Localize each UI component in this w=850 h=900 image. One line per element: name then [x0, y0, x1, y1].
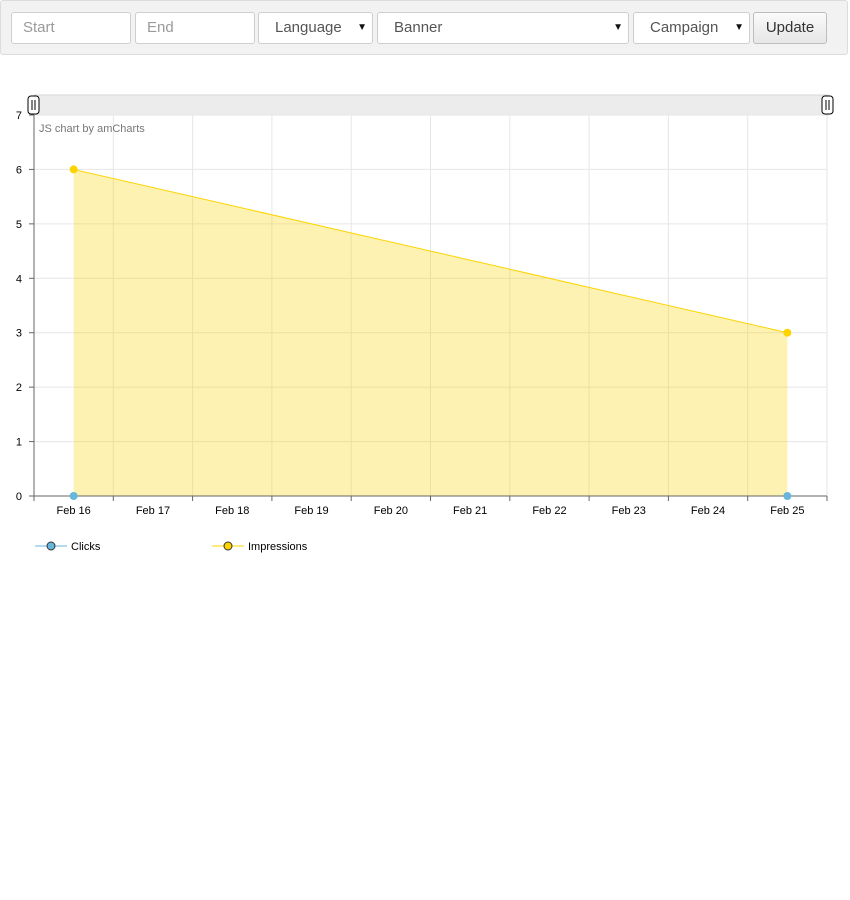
x-tick-label: Feb 21	[453, 505, 487, 517]
end-date-input[interactable]: End	[135, 12, 255, 44]
chevron-down-icon: ▼	[613, 22, 623, 33]
chevron-down-icon: ▼	[734, 22, 744, 33]
y-tick-label: 3	[16, 328, 22, 340]
legend-marker	[46, 541, 56, 551]
update-button[interactable]: Update	[753, 12, 827, 44]
y-tick-label: 0	[16, 491, 22, 503]
x-tick-label: Feb 22	[532, 505, 566, 517]
scrollbar-right-grip[interactable]	[821, 95, 834, 115]
y-tick-label: 1	[16, 437, 22, 449]
end-date-placeholder: End	[147, 19, 174, 36]
x-tick-label: Feb 24	[691, 505, 725, 517]
x-tick-label: Feb 25	[770, 505, 804, 517]
campaign-select-value: Campaign	[650, 19, 719, 36]
data-point[interactable]	[783, 492, 792, 500]
start-date-placeholder: Start	[23, 19, 55, 36]
y-tick-label: 7	[16, 110, 22, 122]
campaign-select[interactable]: Campaign ▼	[633, 12, 750, 44]
scrollbar-left-grip[interactable]	[27, 95, 40, 115]
chart-scrollbar[interactable]	[33, 94, 829, 116]
language-select[interactable]: Language ▼	[258, 12, 373, 44]
legend-item[interactable]: Impressions	[212, 541, 308, 553]
y-tick-label: 2	[16, 382, 22, 394]
y-tick-label: 6	[16, 164, 22, 176]
y-tick-label: 4	[16, 273, 22, 285]
legend-marker	[223, 541, 233, 551]
x-tick-label: Feb 17	[136, 505, 170, 517]
data-point[interactable]	[783, 328, 792, 337]
x-tick-label: Feb 16	[57, 505, 91, 517]
y-tick-label: 5	[16, 219, 22, 231]
x-tick-label: Feb 23	[612, 505, 646, 517]
chart-credit[interactable]: JS chart by amCharts	[39, 123, 145, 135]
start-date-input[interactable]: Start	[11, 12, 131, 44]
filter-toolbar: Start End Language ▼ Banner ▼ Campaign ▼…	[0, 0, 848, 55]
chart-container: 0 1 2 3 4 5 6 7 Feb 16 Feb 17 Feb 18 Feb 19 Feb 20 Fe…	[0, 90, 850, 570]
legend-item[interactable]: Clicks	[35, 541, 101, 553]
legend-label: Clicks	[71, 541, 101, 553]
line-area-chart: 0 1 2 3 4 5 6 7 Feb 16 Feb 17 Feb 18 Feb 19 Feb 20 Fe…	[16, 94, 834, 553]
data-point[interactable]	[69, 492, 78, 500]
banner-select[interactable]: Banner ▼	[377, 12, 629, 44]
x-tick-label: Feb 19	[294, 505, 328, 517]
x-tick-label: Feb 18	[215, 505, 249, 517]
x-tick-label: Feb 20	[374, 505, 408, 517]
chevron-down-icon: ▼	[357, 22, 367, 33]
banner-select-value: Banner	[394, 19, 443, 36]
legend-label: Impressions	[248, 541, 308, 553]
data-point[interactable]	[69, 165, 78, 174]
language-select-value: Language	[275, 19, 342, 36]
